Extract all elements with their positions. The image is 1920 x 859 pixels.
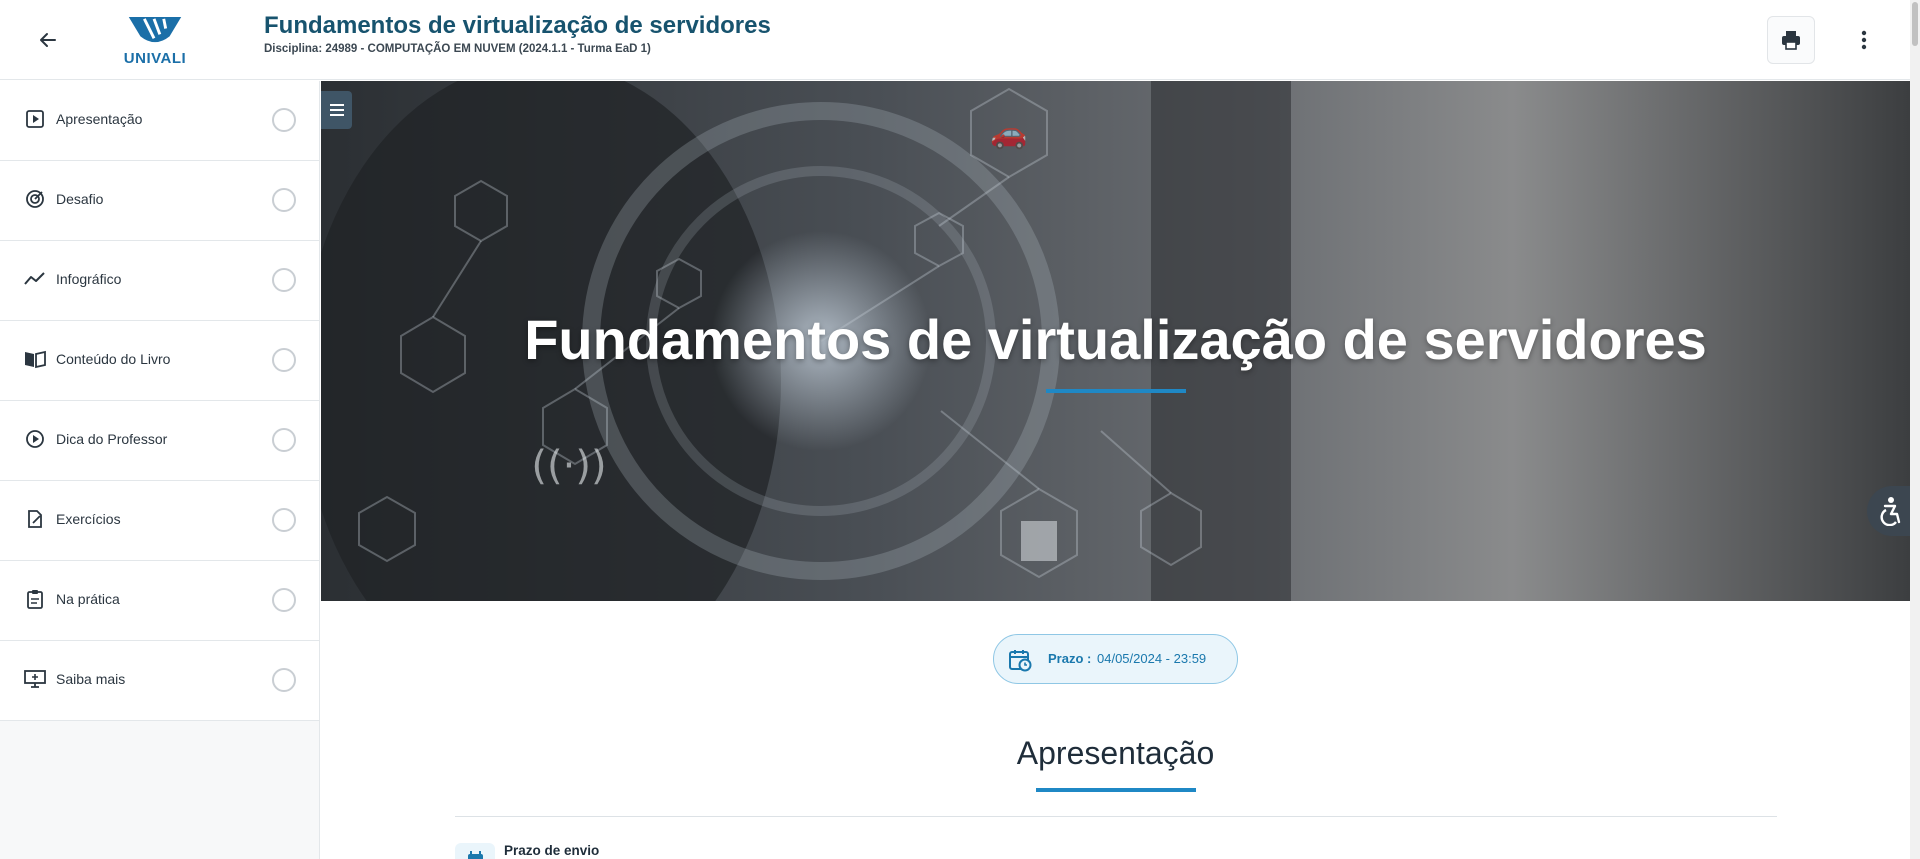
univali-logo: UNIVALI [115, 15, 195, 67]
hero-banner: 🚗 ((·)) Fundamentos de virtualização de … [321, 81, 1910, 601]
title-block: Fundamentos de virtualização de servidor… [264, 12, 771, 55]
sidebar-item-apresentacao[interactable]: Apresentação [0, 81, 319, 161]
deadline-badge: Prazo : 04/05/2024 - 23:59 [993, 634, 1238, 684]
hero-title: Fundamentos de virtualização de servidor… [524, 308, 1707, 371]
sidebar-item-desafio[interactable]: Desafio [0, 161, 319, 241]
section-divider [455, 816, 1777, 817]
back-button[interactable] [30, 22, 66, 58]
sidebar-item-label: Saiba mais [56, 671, 126, 687]
svg-text:((·)): ((·)) [531, 443, 606, 489]
play-circle-icon [24, 428, 46, 450]
sidebar-item-label: Apresentação [56, 111, 143, 127]
accessibility-button[interactable] [1867, 486, 1910, 536]
sidebar-item-conteudo-do-livro[interactable]: Conteúdo do Livro [0, 321, 319, 401]
sidebar-item-exercicios[interactable]: Exercícios [0, 481, 319, 561]
sidebar-item-saiba-mais[interactable]: Saiba mais [0, 641, 319, 721]
presentation-icon [24, 668, 46, 690]
more-options-button[interactable] [1846, 22, 1882, 58]
sidebar-item-label: Conteúdo do Livro [56, 351, 171, 367]
page-subtitle: Disciplina: 24989 - COMPUTAÇÃO EM NUVEM … [264, 43, 651, 55]
completion-circle [272, 588, 296, 612]
page-scrollbar[interactable] [1910, 0, 1920, 859]
sidebar-item-dica-do-professor[interactable]: Dica do Professor [0, 401, 319, 481]
top-header: UNIVALI Fundamentos de virtualização de … [0, 0, 1910, 80]
edit-document-icon [24, 508, 46, 530]
play-square-icon [24, 108, 46, 130]
sidebar-item-label: Dica do Professor [56, 431, 168, 447]
trend-line-icon [24, 268, 46, 290]
completion-circle [272, 508, 296, 532]
section-title-underline [1036, 788, 1196, 792]
completion-circle [272, 668, 296, 692]
more-vertical-icon [1861, 30, 1867, 50]
completion-circle [272, 108, 296, 132]
sidebar-item-label: Desafio [56, 191, 104, 207]
section-title: Apresentação [1016, 735, 1215, 771]
print-button[interactable] [1767, 16, 1815, 64]
arrow-left-icon [40, 33, 56, 47]
sidebar-item-na-pratica[interactable]: Na prática [0, 561, 319, 641]
clipboard-icon [24, 588, 46, 610]
sidebar-toggle-button[interactable] [321, 91, 352, 129]
calendar-icon [455, 843, 495, 859]
completion-circle [272, 348, 296, 372]
completion-circle [272, 428, 296, 452]
scrollbar-thumb[interactable] [1912, 2, 1918, 46]
target-icon [24, 188, 46, 210]
deadline-value: 04/05/2024 - 23:59 [1097, 651, 1207, 666]
completion-circle [272, 188, 296, 212]
page-title: Fundamentos de virtualização de servidor… [264, 12, 771, 39]
logo-text: UNIVALI [123, 50, 187, 67]
deadline-label: Prazo : [1048, 651, 1092, 666]
submission-deadline-label: Prazo de envio [504, 843, 600, 858]
sidebar-item-label: Infográfico [56, 271, 122, 287]
sidebar: Apresentação Desafio Infográfico Conteúd… [0, 81, 320, 859]
main-content: 🚗 ((·)) Fundamentos de virtualização de … [321, 81, 1910, 859]
completion-circle [272, 268, 296, 292]
sidebar-item-label: Na prática [56, 591, 120, 607]
hero-title-underline [1046, 389, 1186, 393]
sidebar-item-infografico[interactable]: Infográfico [0, 241, 319, 321]
sidebar-list: Apresentação Desafio Infográfico Conteúd… [0, 81, 319, 721]
printer-icon [1782, 31, 1800, 50]
accessibility-icon [1880, 497, 1901, 526]
sidebar-item-label: Exercícios [56, 511, 121, 527]
calendar-clock-icon [1009, 650, 1032, 672]
book-open-icon [24, 348, 46, 370]
svg-text:🚗: 🚗 [990, 116, 1027, 151]
menu-icon [329, 104, 344, 116]
univali-logo-mark [128, 16, 182, 43]
